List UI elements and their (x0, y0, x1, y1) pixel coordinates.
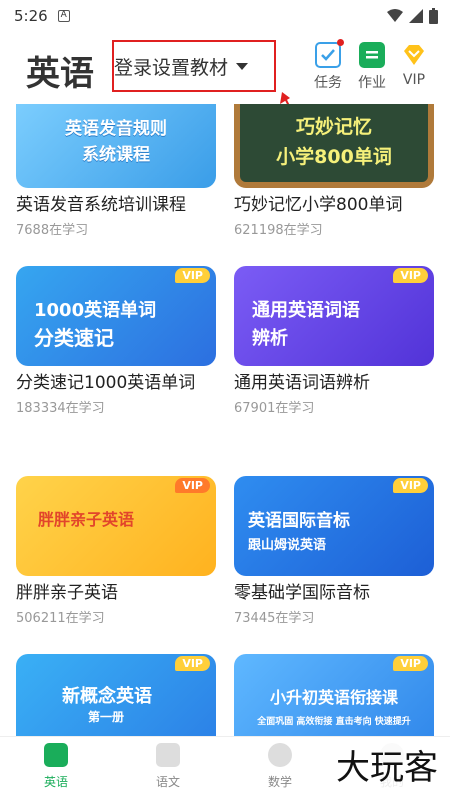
course-thumbnail: VIP 小升初英语衔接课 全面巩固 高效衔接 直击考向 快速提升 (234, 654, 434, 736)
thumb-line1: 1000英语单词 (34, 300, 157, 321)
course-name: 零基础学国际音标 (234, 583, 370, 603)
task-label: 任务 (314, 75, 342, 91)
course-card[interactable]: VIP 英语国际音标 跟山姆说英语 零基础学国际音标 73445在学习 (234, 476, 434, 626)
thumb-line1: 胖胖亲子英语 (38, 510, 135, 529)
task-icon (315, 39, 344, 68)
thumb-line2: 第一册 (88, 710, 125, 724)
thumb-line2: 小学800单词 (276, 146, 392, 168)
course-thumbnail: VIP 胖胖亲子英语 (16, 476, 216, 576)
watermark: 大玩客 (332, 740, 442, 789)
course-thumbnail: VIP 英语国际音标 跟山姆说英语 (234, 476, 434, 576)
course-thumbnail: 巧妙记忆 小学800单词 (234, 104, 434, 188)
course-card[interactable]: VIP 胖胖亲子英语 胖胖亲子英语 506211在学习 (16, 476, 216, 626)
course-thumbnail: VIP 1000英语单词 分类速记 (16, 266, 216, 366)
home-icon (44, 743, 68, 767)
tab-label: 语文 (155, 775, 180, 789)
course-name: 通用英语词语辨析 (234, 373, 370, 393)
course-grid: 英语发音规则 系统课程 英语发音系统培训课程 7688在学习 巧妙记忆 小学80… (0, 104, 450, 736)
homework-label: 作业 (358, 75, 386, 91)
course-card[interactable]: VIP 新概念英语 第一册 (16, 654, 216, 736)
signal-icon (409, 9, 423, 23)
homework-button[interactable]: 作业 (352, 42, 392, 92)
thumb-line2: 跟山姆说英语 (248, 538, 327, 553)
learner-count: 183334在学习 (16, 401, 105, 416)
learner-count: 506211在学习 (16, 611, 105, 626)
tab-english[interactable]: 英语 (26, 743, 86, 790)
course-card[interactable]: VIP 通用英语词语 辨析 通用英语词语辨析 67901在学习 (234, 266, 434, 416)
tab-math[interactable]: 数学 (250, 743, 310, 790)
tab-label: 数学 (267, 775, 292, 789)
status-time: 5:26 (14, 7, 48, 25)
homework-icon (359, 42, 385, 68)
course-card[interactable]: 英语发音规则 系统课程 英语发音系统培训课程 7688在学习 (16, 104, 216, 238)
notification-icon: A (57, 10, 70, 22)
learner-count: 67901在学习 (234, 401, 315, 416)
course-name: 英语发音系统培训课程 (16, 195, 186, 215)
vip-badge: VIP (393, 478, 428, 493)
course-thumbnail: 英语发音规则 系统课程 (16, 104, 216, 188)
wifi-icon (387, 9, 403, 22)
vip-badge: VIP (393, 268, 428, 283)
battery-icon (429, 8, 438, 24)
math-icon (268, 743, 292, 767)
course-thumbnail: VIP 新概念英语 第一册 (16, 654, 216, 736)
thumb-line1: 英语国际音标 (248, 511, 350, 531)
thumb-line2: 系统课程 (82, 145, 150, 165)
status-icons (387, 8, 438, 24)
task-button[interactable]: 任务 (308, 39, 348, 92)
course-card[interactable]: VIP 小升初英语衔接课 全面巩固 高效衔接 直击考向 快速提升 (234, 654, 434, 736)
vip-badge: VIP (175, 478, 210, 493)
vip-diamond-icon (401, 42, 427, 68)
page-title: 英语 (26, 54, 94, 94)
thumb-line1: 巧妙记忆 (295, 116, 372, 138)
vip-label: VIP (402, 72, 426, 88)
course-name: 胖胖亲子英语 (16, 583, 118, 603)
thumb-line1: 小升初英语衔接课 (269, 688, 398, 707)
tab-label: 英语 (43, 775, 68, 789)
course-name: 巧妙记忆小学800单词 (234, 195, 403, 215)
set-textbook-label: 登录设置教材 (114, 56, 229, 79)
learner-count: 73445在学习 (234, 611, 315, 626)
thumb-line2: 全面巩固 高效衔接 直击考向 快速提升 (257, 717, 411, 727)
thumb-line1: 英语发音规则 (65, 119, 167, 139)
book-icon (156, 743, 180, 767)
caret-down-icon (236, 62, 249, 70)
vip-badge: VIP (175, 656, 210, 671)
learner-count: 621198在学习 (234, 223, 323, 238)
thumb-line1: 新概念英语 (62, 686, 152, 707)
learner-count: 7688在学习 (16, 223, 89, 238)
course-name: 分类速记1000英语单词 (16, 373, 196, 393)
course-card[interactable]: 巧妙记忆 小学800单词 巧妙记忆小学800单词 621198在学习 (234, 104, 434, 238)
course-thumbnail: VIP 通用英语词语 辨析 (234, 266, 434, 366)
app-header: 英语 登录设置教材 任务 作业 VIP (0, 32, 450, 133)
vip-badge: VIP (393, 656, 428, 671)
tab-chinese[interactable]: 语文 (138, 743, 198, 790)
set-textbook-button[interactable]: 登录设置教材 (112, 40, 276, 92)
course-card[interactable]: VIP 1000英语单词 分类速记 分类速记1000英语单词 183334在学习 (16, 266, 216, 416)
thumb-line1: 通用英语词语 (252, 300, 360, 321)
thumb-line2: 分类速记 (34, 326, 114, 350)
vip-button[interactable]: VIP (394, 42, 434, 88)
vip-badge: VIP (175, 268, 210, 283)
thumb-line2: 辨析 (252, 328, 288, 349)
status-bar: 5:26 A (0, 0, 450, 32)
